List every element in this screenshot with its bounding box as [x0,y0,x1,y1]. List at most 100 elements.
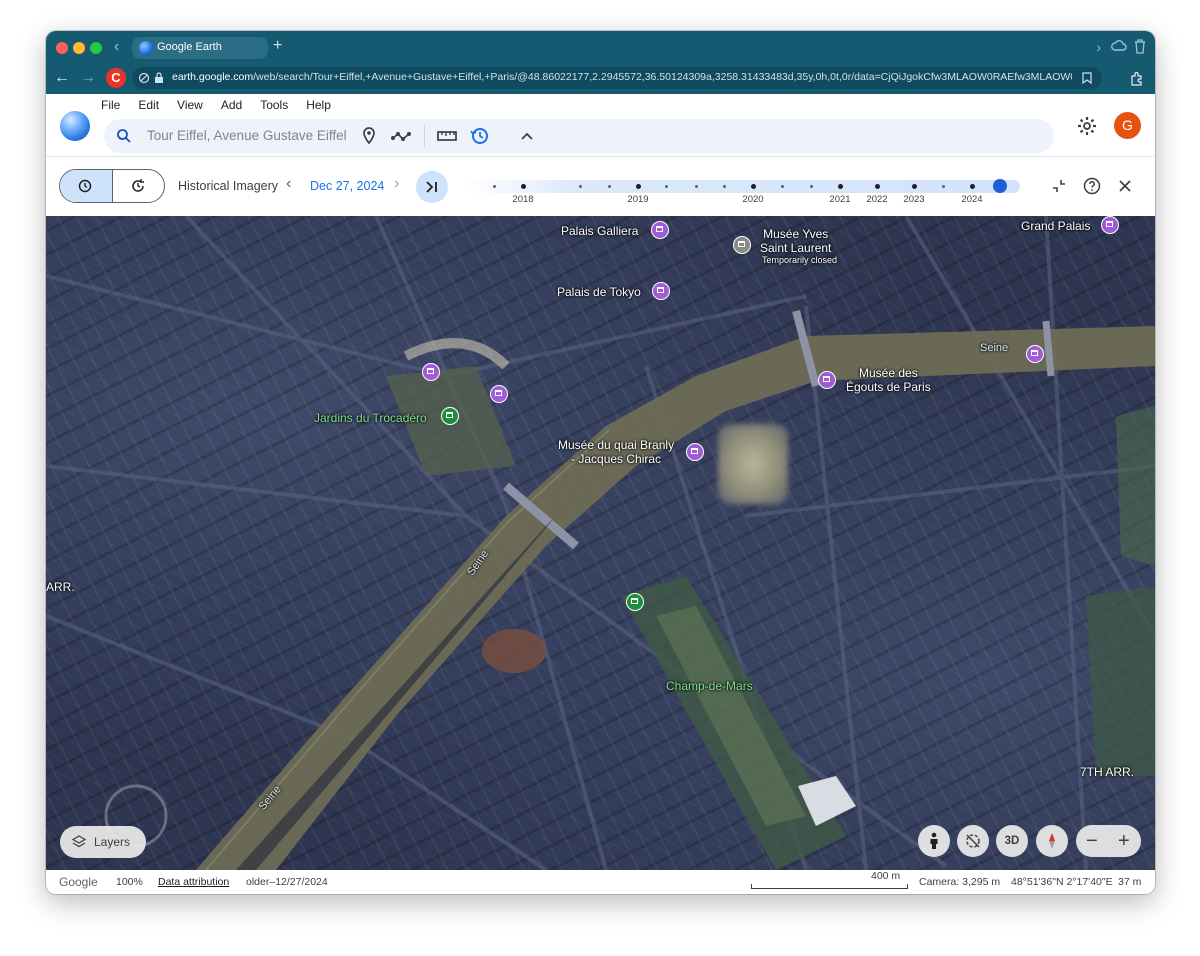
tab-title: Google Earth [157,41,222,53]
extensions-puzzle-icon[interactable] [1129,71,1145,87]
previous-date-chevron-icon[interactable]: ‹ [286,175,291,193]
poi-landmark-icon[interactable] [490,385,508,403]
timeline-year-dot[interactable] [875,184,880,189]
menu-view[interactable]: View [177,98,212,112]
ruler-icon[interactable] [436,125,458,147]
placemark-icon[interactable] [358,125,380,147]
poi-museum-closed-icon[interactable] [733,236,751,254]
tab-forward-chevron-icon[interactable]: › [1096,39,1101,55]
timeline-year-label: 2021 [829,194,851,205]
reset-tilt-button[interactable] [957,825,989,857]
app-header: File Edit View Add Tools Help Tour Eiffe… [46,94,1155,157]
poi-museum-icon[interactable] [818,371,836,389]
camera-altitude: Camera: 3,295 m [919,876,1001,888]
compass-icon [1049,833,1055,849]
data-attribution-link[interactable]: Data attribution [158,876,229,888]
draw-path-icon[interactable] [390,125,412,147]
search-value: Tour Eiffel, Avenue Gustave Eiffel [147,128,347,143]
timeline-year-dot[interactable] [751,184,756,189]
new-tab-button[interactable]: + [273,37,282,55]
poi-museum-icon[interactable] [651,221,669,239]
site-settings-icon[interactable] [138,72,150,84]
timeline-year-label: 2018 [512,194,534,205]
timeline-slider[interactable] [464,180,1020,193]
menu-file[interactable]: File [101,98,129,112]
jump-to-latest-button[interactable] [416,171,448,203]
no-tilt-icon [966,834,980,848]
collapse-chevron-up-icon[interactable] [516,125,538,147]
menu-help[interactable]: Help [306,98,340,112]
poi-park-icon[interactable] [441,407,459,425]
scale-bar[interactable] [751,884,908,889]
map-label-palais-galliera: Palais Galliera [561,224,639,238]
map-view[interactable]: Palais Galliera Musée Yves Saint Laurent… [46,216,1155,870]
timeline-tick [493,185,496,188]
pegman-button[interactable] [918,825,950,857]
poi-museum-icon[interactable] [652,282,670,300]
map-label-musee-branly: Musée du quai Branly - Jacques Chirac [558,438,675,466]
trash-icon[interactable] [1133,38,1147,54]
search-input[interactable]: Tour Eiffel, Avenue Gustave Eiffel [104,119,347,153]
toggle-3d-button[interactable]: 3D [996,825,1028,857]
google-earth-logo-icon[interactable] [60,111,90,141]
zoom-out-button[interactable]: − [1086,830,1098,853]
status-bar: Google 100% Data attribution older–12/27… [46,870,1155,894]
historical-imagery-icon[interactable] [469,125,491,147]
close-icon[interactable] [1116,177,1134,195]
tab-google-earth[interactable]: Google Earth [132,37,268,59]
timeline-year-dot[interactable] [838,184,843,189]
map-label-grand-palais: Grand Palais [1021,219,1091,233]
bookmark-icon[interactable] [1082,72,1092,84]
avatar[interactable]: G [1114,112,1141,139]
browser-logo-icon[interactable]: C [106,68,126,88]
minimize-window-button[interactable] [73,42,85,54]
timeline-tick [810,185,813,188]
poi-museum-icon[interactable] [422,363,440,381]
cloud-icon[interactable] [1111,38,1127,54]
search-toolbar: Tour Eiffel, Avenue Gustave Eiffel [104,119,1054,153]
url-field[interactable]: earth.google.com/web/search/Tour+Eiffel,… [132,67,1102,89]
timeline-year-label: 2024 [961,194,983,205]
menu-edit[interactable]: Edit [138,98,168,112]
map-label-musee-egouts: Musée des Égouts de Paris [846,366,931,394]
next-date-chevron-icon[interactable]: › [394,175,399,193]
skip-to-end-icon [426,181,437,193]
lock-icon [155,72,163,83]
timeline-year-label: 2020 [742,194,764,205]
poi-museum-icon[interactable] [1101,216,1119,234]
history-icon [78,179,92,193]
satellite-imagery [46,216,1155,870]
timeline-handle[interactable] [993,179,1007,193]
close-window-button[interactable] [56,42,68,54]
zoom-in-button[interactable]: + [1118,830,1130,853]
poi-museum-icon[interactable] [686,443,704,461]
timeline-year-dot[interactable] [521,184,526,189]
help-icon[interactable] [1083,177,1101,195]
timeline-year-label: 2022 [866,194,888,205]
poi-park-icon[interactable] [626,593,644,611]
menu-add[interactable]: Add [221,98,251,112]
map-label-musee-ysl-status: Temporarily closed [762,255,838,265]
historical-mode-button[interactable] [60,170,113,202]
current-mode-button[interactable] [113,170,164,202]
layers-button[interactable]: Layers [60,826,146,858]
poi-museum-icon[interactable] [1026,345,1044,363]
compass-button[interactable] [1036,825,1068,857]
map-label-palais-tokyo: Palais de Tokyo [557,285,641,299]
toolbar-divider [424,125,425,147]
timeline-year-dot[interactable] [636,184,641,189]
imagery-date[interactable]: Dec 27, 2024 [310,179,384,193]
map-label-champ-de-mars: Champ-de-Mars [666,679,753,693]
imagery-mode-toggle [59,169,165,203]
pegman-icon [930,832,938,849]
timeline-year-dot[interactable] [912,184,917,189]
back-button[interactable]: ← [54,69,70,87]
gear-icon[interactable] [1076,115,1098,137]
collapse-arrows-icon[interactable] [1050,177,1068,195]
maximize-window-button[interactable] [90,42,102,54]
timeline-year-dot[interactable] [970,184,975,189]
menu-tools[interactable]: Tools [260,98,297,112]
elevation: 37 m [1118,876,1142,888]
tab-back-chevron-icon[interactable]: ‹ [114,38,119,56]
forward-button[interactable]: → [80,69,96,87]
